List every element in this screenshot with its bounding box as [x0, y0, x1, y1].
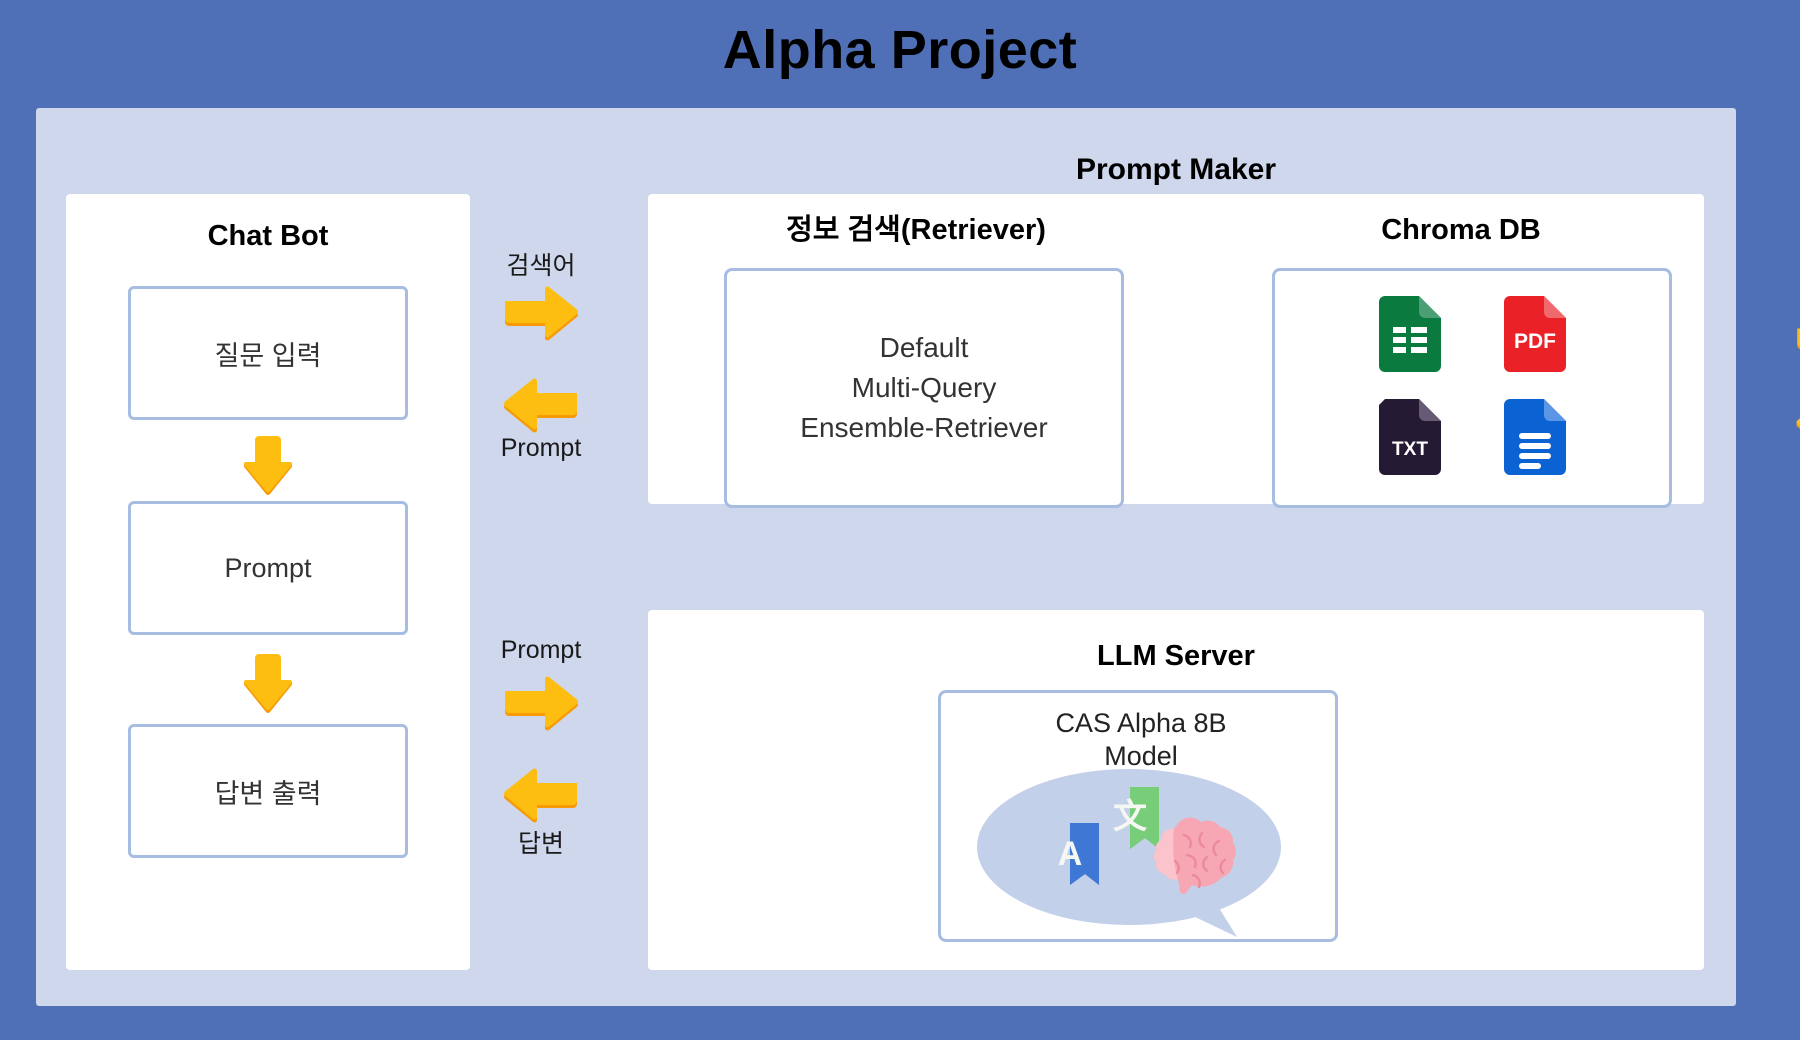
flow-column: 검색어 Prompt Prompt 답변 — [470, 194, 612, 970]
retriever-option-multi-query: Multi-Query — [851, 372, 997, 404]
chroma-db-section: Chroma DB PDF TXT — [1236, 194, 1686, 508]
page-title: Alpha Project — [722, 20, 1078, 80]
retriever-option-default: Default — [879, 332, 969, 364]
pdf-file-icon[interactable]: PDF — [1503, 296, 1566, 377]
retriever-chroma-card: 정보 검색(Retriever) Default Multi-Query Ens… — [648, 194, 1800, 508]
answer-output-box[interactable]: 답변 출력 — [128, 724, 408, 858]
retriever-option-ensemble: Ensemble-Retriever — [800, 411, 1048, 443]
retriever-to-chroma-arrow — [1794, 314, 1800, 366]
answer-label: 답변 — [517, 830, 564, 858]
doc-file-icon[interactable] — [1503, 399, 1566, 480]
chat-bot-title: Chat Bot — [207, 220, 329, 252]
main-panel: Prompt Maker Chat Bot 질문 입력 Prompt 답변 출력… — [36, 108, 1800, 1006]
retriever-chroma-exchange-arrows — [1772, 194, 1800, 504]
chroma-files-box[interactable]: PDF TXT — [1272, 268, 1672, 508]
prompt-label-lower: Prompt — [500, 636, 582, 664]
retriever-title: 정보 검색(Retriever) — [786, 214, 1046, 246]
search-term-right-arrow — [501, 284, 581, 346]
llm-model-suffix: Model — [1104, 740, 1178, 771]
answer-left-arrow — [501, 766, 581, 828]
file-icon-grid: PDF TXT — [1275, 271, 1669, 505]
translate-latin-glyph: A — [1058, 835, 1083, 873]
retriever-options-box[interactable]: Default Multi-Query Ensemble-Retriever — [724, 268, 1124, 508]
llm-model-text: CAS Alpha 8B Model — [941, 707, 1335, 773]
retriever-section: 정보 검색(Retriever) Default Multi-Query Ens… — [666, 194, 1166, 508]
prompt-label-upper: Prompt — [500, 434, 582, 462]
prompt-left-arrow-upper — [501, 376, 581, 438]
chat-bot-card: Chat Bot 질문 입력 Prompt 답변 출력 — [66, 194, 470, 970]
prompt-right-arrow-lower — [501, 674, 581, 736]
down-arrow-1 — [240, 436, 296, 498]
pdf-file-label: PDF — [1514, 330, 1556, 353]
llm-server-title: LLM Server — [1097, 640, 1255, 672]
llm-model-name: CAS Alpha 8B — [1055, 708, 1227, 738]
prompt-box[interactable]: Prompt — [128, 501, 408, 635]
txt-file-icon[interactable]: TXT — [1378, 399, 1441, 480]
chroma-db-title: Chroma DB — [1381, 214, 1541, 246]
txt-file-label: TXT — [1392, 439, 1428, 460]
speech-bubble-illustration: 文 A — [969, 765, 1313, 939]
llm-server-card: LLM Server CAS Alpha 8B Model 文 A — [648, 610, 1704, 970]
spreadsheet-file-icon[interactable] — [1378, 296, 1441, 377]
llm-model-box[interactable]: CAS Alpha 8B Model 文 A — [938, 690, 1338, 942]
question-input-box[interactable]: 질문 입력 — [128, 286, 408, 420]
chroma-to-retriever-arrow — [1794, 399, 1800, 451]
prompt-maker-label: Prompt Maker — [1075, 153, 1277, 186]
translate-cjk-glyph: 文 — [1113, 797, 1147, 837]
search-term-label: 검색어 — [506, 252, 576, 280]
down-arrow-2 — [240, 654, 296, 716]
